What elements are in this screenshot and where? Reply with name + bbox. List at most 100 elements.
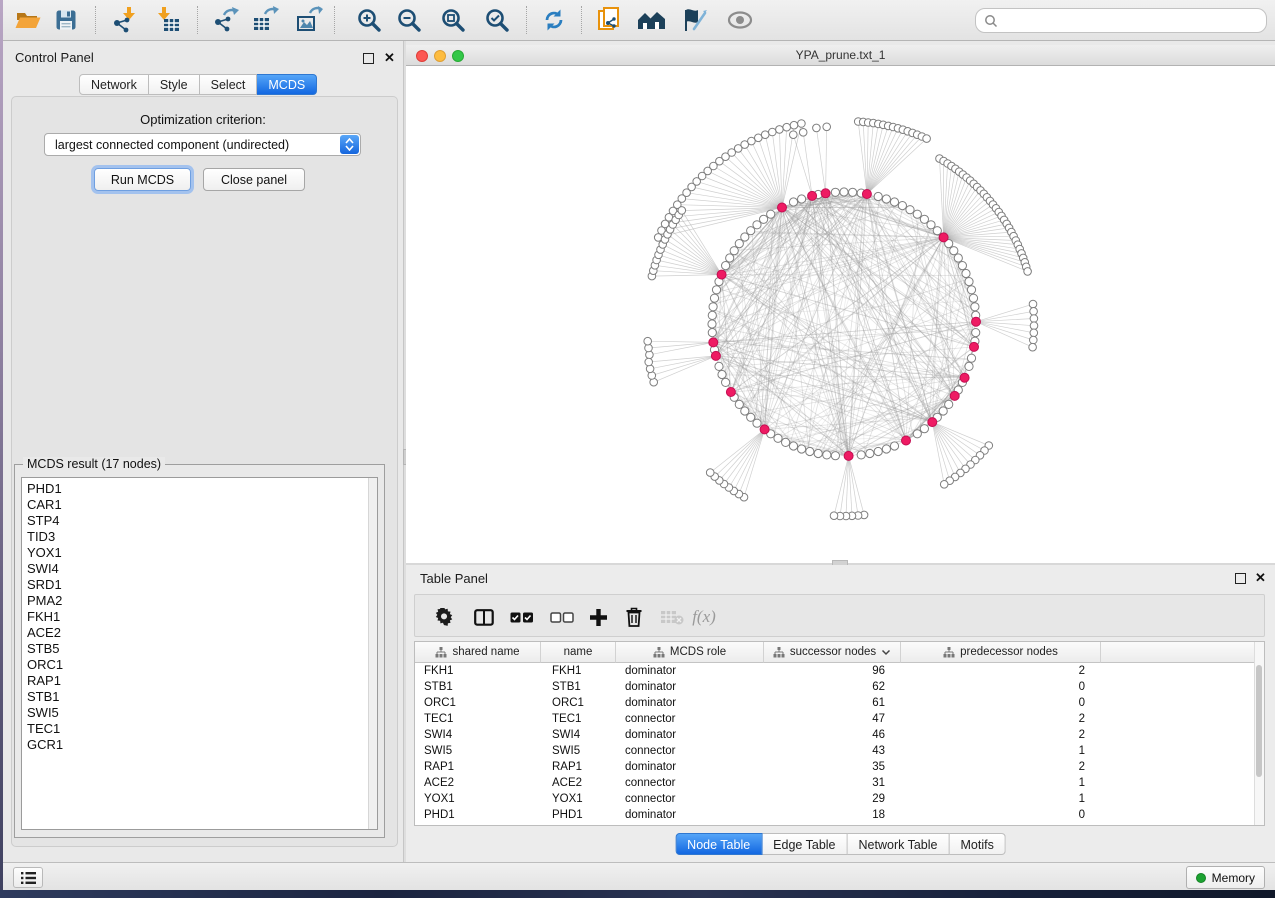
float-window-icon[interactable]	[363, 53, 374, 64]
zoom-fit-button[interactable]	[436, 3, 470, 37]
column-header-mcds-role[interactable]: MCDS role	[616, 642, 764, 663]
mcds-result-item: ORC1	[22, 657, 368, 673]
cell: 29	[764, 791, 901, 807]
refresh-button[interactable]	[537, 3, 571, 37]
cell	[1101, 791, 1255, 807]
table-header: shared name name MCDS rolesuccessor nodesp…	[415, 642, 1255, 663]
network-graph[interactable]	[406, 66, 1275, 563]
trash-icon	[625, 607, 643, 627]
table-row[interactable]: SWI5SWI5connector431	[415, 743, 1255, 759]
tab-style[interactable]: Style	[149, 74, 200, 95]
table-row[interactable]: TEC1TEC1connector472	[415, 711, 1255, 727]
desktop-edge-bottom	[0, 890, 1275, 898]
mcds-result-item: YOX1	[22, 545, 368, 561]
gear-icon	[435, 608, 454, 627]
zoom-in-button[interactable]	[352, 3, 386, 37]
table-panel-title: Table Panel	[420, 571, 488, 586]
toolbar-separator	[334, 6, 335, 34]
criterion-select[interactable]: largest connected component (undirected)	[44, 133, 361, 156]
cell: FKH1	[541, 663, 616, 679]
cell	[1101, 695, 1255, 711]
show-hide-panels-button[interactable]	[723, 3, 757, 37]
graphics-details-button[interactable]	[678, 3, 712, 37]
open-file-button[interactable]	[11, 3, 45, 37]
table-row[interactable]: ACE2ACE2connector311	[415, 775, 1255, 791]
run-mcds-button[interactable]: Run MCDS	[94, 168, 191, 191]
select-all-button[interactable]	[507, 603, 537, 631]
table-row[interactable]: SWI4SWI4dominator462	[415, 727, 1255, 743]
search-input[interactable]	[1003, 13, 1258, 29]
network-from-selection-button[interactable]	[592, 3, 626, 37]
export-image-button[interactable]	[292, 3, 326, 37]
tab-network[interactable]: Network	[79, 74, 149, 95]
task-history-button[interactable]	[13, 867, 43, 888]
cell: 1	[901, 775, 1101, 791]
tab-node-table[interactable]: Node Table	[675, 833, 762, 855]
mcds-result-item: PMA2	[22, 593, 368, 609]
first-neighbors-button[interactable]	[634, 3, 668, 37]
delete-column-button[interactable]	[619, 603, 649, 631]
table-row[interactable]: RAP1RAP1dominator352	[415, 759, 1255, 775]
cell: connector	[616, 775, 764, 791]
column-header-shared-name[interactable]: shared name	[415, 642, 541, 663]
column-label: name	[564, 646, 593, 658]
table-row[interactable]: YOX1YOX1connector291	[415, 791, 1255, 807]
table-row[interactable]: STB1STB1dominator620	[415, 679, 1255, 695]
column-layout-button[interactable]	[469, 603, 499, 631]
cell	[1101, 775, 1255, 791]
delete-table-icon	[660, 609, 684, 625]
main-toolbar	[3, 0, 1275, 41]
export-table-button[interactable]	[248, 3, 282, 37]
mcds-result-list[interactable]: PHD1CAR1STP4TID3YOX1SWI4SRD1PMA2FKH1ACE2…	[21, 477, 378, 830]
table-settings-button[interactable]	[429, 603, 459, 631]
cell: ACE2	[541, 775, 616, 791]
tab-mcds[interactable]: MCDS	[257, 74, 317, 95]
control-panel: Control Panel ✕ NetworkStyleSelectMCDS O…	[3, 41, 403, 862]
cell: dominator	[616, 727, 764, 743]
deselect-all-button[interactable]	[547, 603, 577, 631]
table-panel: Table Panel ✕	[406, 565, 1275, 862]
mcds-result-item: PHD1	[22, 481, 368, 497]
toolbar-separator	[526, 6, 527, 34]
export-network-button[interactable]	[209, 3, 243, 37]
mcds-list-scrollbar[interactable]	[368, 478, 377, 829]
close-panel-icon[interactable]: ✕	[1255, 573, 1266, 582]
close-panel-button[interactable]: Close panel	[203, 168, 305, 191]
cell: 61	[764, 695, 901, 711]
function-builder-button[interactable]: f(x)	[689, 603, 719, 631]
import-network-button[interactable]	[108, 3, 142, 37]
tab-network-table[interactable]: Network Table	[848, 833, 950, 855]
list-icon	[21, 872, 36, 884]
float-window-icon[interactable]	[1235, 573, 1246, 584]
cell: dominator	[616, 695, 764, 711]
column-type-icon	[653, 647, 665, 658]
tab-edge-table[interactable]: Edge Table	[762, 833, 847, 855]
table-row[interactable]: FKH1FKH1dominator962	[415, 663, 1255, 679]
search-field[interactable]	[975, 8, 1267, 33]
add-column-button[interactable]	[583, 603, 613, 631]
import-table-button[interactable]	[151, 3, 185, 37]
tab-motifs[interactable]: Motifs	[949, 833, 1005, 855]
zoom-out-button[interactable]	[392, 3, 426, 37]
table-row[interactable]: PHD1PHD1dominator180	[415, 807, 1255, 823]
column-header-name[interactable]: name	[541, 642, 616, 663]
cell: 1	[901, 743, 1101, 759]
select-stepper-icon	[340, 135, 359, 154]
network-window-title: YPA_prune.txt_1	[406, 48, 1275, 62]
network-window-titlebar[interactable]: YPA_prune.txt_1	[406, 45, 1275, 66]
column-header-successor-nodes[interactable]: successor nodes	[764, 642, 901, 663]
close-panel-icon[interactable]: ✕	[384, 53, 395, 62]
memory-button[interactable]: Memory	[1186, 866, 1265, 889]
checked-boxes-icon	[510, 612, 534, 623]
zoom-selected-button[interactable]	[480, 3, 514, 37]
table-row[interactable]: ORC1ORC1dominator610	[415, 695, 1255, 711]
table-scrollbar[interactable]	[1254, 642, 1264, 825]
cell: 96	[764, 663, 901, 679]
scrollbar-thumb[interactable]	[1256, 665, 1262, 777]
save-session-button[interactable]	[49, 3, 83, 37]
columns-icon	[474, 609, 494, 626]
delete-table-button[interactable]	[657, 603, 687, 631]
column-header-predecessor-nodes[interactable]: predecessor nodes	[901, 642, 1101, 663]
cell: RAP1	[541, 759, 616, 775]
tab-select[interactable]: Select	[200, 74, 258, 95]
